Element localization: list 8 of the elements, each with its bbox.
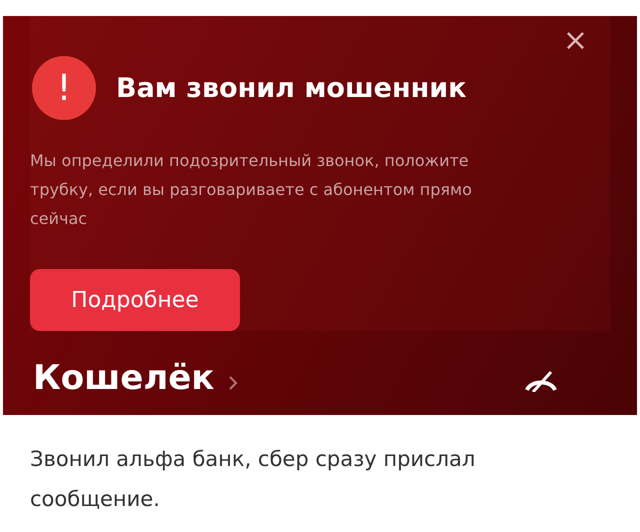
- section-title[interactable]: Кошелёк: [33, 361, 214, 395]
- post-caption: Звонил альфа банк, сбер сразу прислал сообщение.: [30, 446, 476, 513]
- close-button[interactable]: ×: [558, 26, 592, 56]
- chevron-icon: [228, 376, 238, 390]
- alert-message: Мы определили подозрительный звонок, положите трубку, если вы разговариваете с абонентом прямо сейчас: [30, 150, 473, 230]
- details-button[interactable]: Подробнее: [30, 269, 240, 331]
- warning-icon: !: [32, 56, 96, 120]
- alert-title: Вам звонил мошенник: [116, 72, 466, 104]
